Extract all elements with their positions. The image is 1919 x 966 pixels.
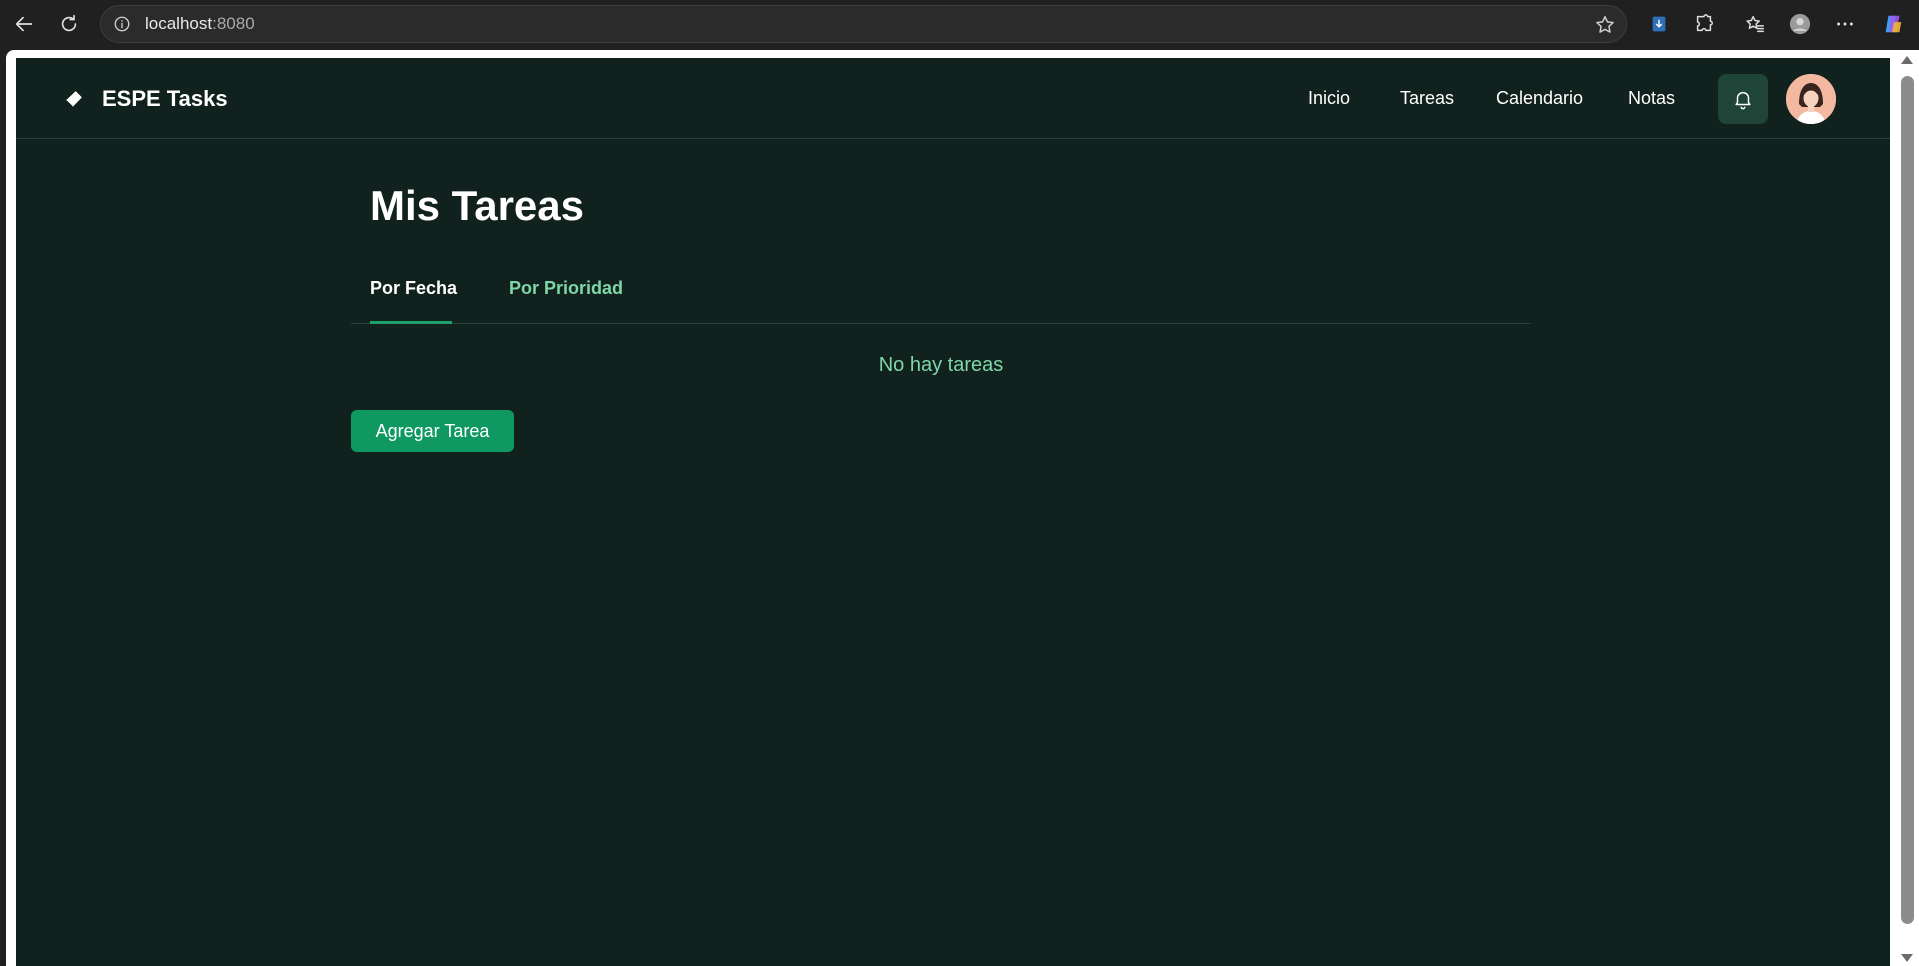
nav-calendario[interactable]: Calendario — [1496, 88, 1583, 109]
page-scrollbar[interactable] — [1896, 50, 1919, 966]
active-tab-indicator — [370, 321, 452, 324]
browser-toolbar: localhost:8080 — [0, 0, 1919, 48]
app-root: ESPE Tasks Inicio Tareas Calendario Nota… — [16, 58, 1890, 966]
favorites-icon — [1746, 15, 1764, 33]
brand[interactable]: ESPE Tasks — [64, 58, 228, 139]
url-host: localhost — [145, 14, 213, 33]
extensions-button[interactable] — [1688, 8, 1720, 40]
scroll-down-arrow[interactable] — [1901, 954, 1913, 962]
star-icon[interactable] — [1594, 14, 1616, 36]
url-port: :8080 — [212, 14, 255, 33]
brand-name: ESPE Tasks — [102, 85, 228, 111]
reload-icon — [61, 14, 77, 32]
tab-por-fecha[interactable]: Por Fecha — [370, 278, 457, 299]
profile-icon — [1789, 13, 1811, 35]
address-bar[interactable]: localhost:8080 — [100, 5, 1627, 43]
nav-tareas[interactable]: Tareas — [1400, 88, 1454, 109]
avatar[interactable] — [1786, 74, 1836, 124]
scroll-up-arrow[interactable] — [1901, 56, 1913, 64]
tabs: Por Fecha Por Prioridad — [351, 258, 1531, 324]
url-text: localhost:8080 — [145, 14, 255, 34]
empty-state-message: No hay tareas — [878, 354, 1004, 376]
favorites-button[interactable] — [1739, 8, 1771, 40]
nav-notas[interactable]: Notas — [1628, 88, 1675, 109]
back-icon — [15, 16, 33, 32]
avatar-image — [1786, 74, 1836, 124]
brand-icon — [66, 90, 82, 107]
extension-button[interactable] — [1643, 8, 1675, 40]
info-icon[interactable] — [113, 15, 131, 33]
extension-icon — [1652, 16, 1666, 32]
copilot-button[interactable] — [1877, 8, 1909, 40]
more-button[interactable] — [1829, 8, 1861, 40]
copilot-icon — [1885, 15, 1902, 33]
add-task-button[interactable]: Agregar Tarea — [351, 410, 514, 452]
page-viewport: ESPE Tasks Inicio Tareas Calendario Nota… — [6, 50, 1904, 966]
bell-icon — [1735, 91, 1751, 110]
profile-button[interactable] — [1784, 8, 1816, 40]
back-button[interactable] — [8, 8, 40, 40]
reload-button[interactable] — [53, 8, 85, 40]
nav-inicio[interactable]: Inicio — [1308, 88, 1350, 109]
tab-por-prioridad[interactable]: Por Prioridad — [509, 278, 623, 299]
puzzle-icon — [1696, 14, 1713, 32]
notifications-button[interactable] — [1718, 74, 1768, 124]
page-title: Mis Tareas — [370, 182, 584, 229]
scroll-thumb[interactable] — [1901, 76, 1914, 924]
more-icon — [1837, 22, 1853, 26]
app-header: ESPE Tasks Inicio Tareas Calendario Nota… — [16, 58, 1890, 139]
